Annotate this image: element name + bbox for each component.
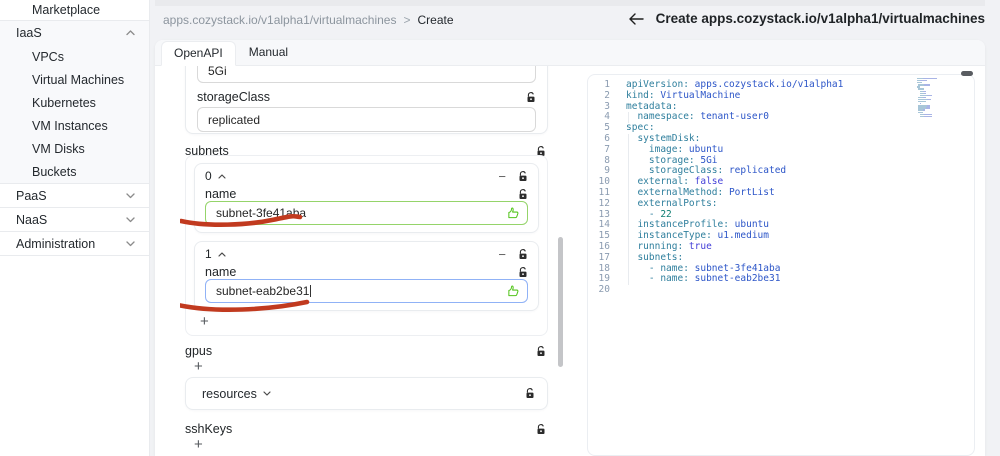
lock-icon[interactable] bbox=[518, 188, 528, 200]
code-line: 7 image: ubuntu bbox=[604, 143, 724, 155]
tab-bar: OpenAPI Manual bbox=[155, 40, 985, 66]
lock-icon[interactable] bbox=[536, 423, 546, 435]
resources-label: resources bbox=[202, 386, 257, 401]
sidebar-group-paas[interactable]: PaaS bbox=[0, 184, 149, 208]
code-line: 2 kind: VirtualMachine bbox=[604, 89, 741, 101]
sshkeys-label-row: sshKeys bbox=[185, 422, 546, 436]
sidebar-item-vpcs[interactable]: VPCs bbox=[0, 45, 149, 68]
page-title: Create apps.cozystack.io/v1alpha1/virtua… bbox=[655, 11, 985, 26]
thumbs-up-icon bbox=[507, 285, 520, 298]
code-line: 12 externalPorts: bbox=[598, 197, 718, 209]
tab-openapi[interactable]: OpenAPI bbox=[161, 41, 236, 66]
add-subnet-button[interactable]: + bbox=[200, 314, 209, 329]
code-line: 19 - name: subnet-eab2be31 bbox=[598, 273, 781, 285]
remove-item-button[interactable]: − bbox=[498, 248, 506, 261]
sidebar-group-iaas-block: IaaS VPCs Virtual Machines Kubernetes VM… bbox=[0, 21, 149, 184]
gpus-label-row: gpus bbox=[185, 344, 546, 358]
chevron-down-icon bbox=[126, 240, 135, 247]
storageclass-input[interactable]: replicated bbox=[197, 107, 536, 132]
subnet-1-name-label-row: name bbox=[205, 265, 528, 279]
subnet-item-1-header[interactable]: 1 bbox=[205, 247, 226, 261]
name-label: name bbox=[205, 265, 237, 279]
sidebar-item-vm-instances[interactable]: VM Instances bbox=[0, 114, 149, 137]
lock-icon[interactable] bbox=[526, 91, 536, 103]
lock-icon[interactable] bbox=[525, 388, 535, 399]
thumbs-up-icon bbox=[507, 207, 520, 220]
lock-icon[interactable] bbox=[518, 266, 528, 278]
chevron-down-icon bbox=[263, 391, 271, 396]
sidebar-item-vm-disks[interactable]: VM Disks bbox=[0, 137, 149, 160]
subnet-item-0-card: 0 − name subnet-3fe41aba bbox=[194, 163, 539, 233]
form-scroll-area: 5Gi storageClass replicated subnets 0 − … bbox=[180, 66, 556, 456]
breadcrumb: apps.cozystack.io/v1alpha1/virtualmachin… bbox=[163, 13, 454, 27]
tab-manual[interactable]: Manual bbox=[236, 40, 301, 65]
text-caret bbox=[310, 285, 312, 297]
chevron-up-icon bbox=[218, 173, 226, 179]
gpus-label: gpus bbox=[185, 344, 213, 358]
breadcrumb-path[interactable]: apps.cozystack.io/v1alpha1/virtualmachin… bbox=[163, 13, 396, 27]
systemdisk-group-card: 5Gi storageClass replicated bbox=[185, 66, 548, 134]
chevron-up-icon bbox=[218, 251, 226, 257]
subnet-0-name-label-row: name bbox=[205, 187, 528, 201]
subnet-item-0-header[interactable]: 0 bbox=[205, 169, 226, 183]
subnet-item-1-card: 1 − name subnet-eab2be31 bbox=[194, 241, 539, 311]
code-line: 20 bbox=[598, 284, 610, 296]
name-label: name bbox=[205, 187, 237, 201]
form-scrollbar-thumb[interactable] bbox=[558, 237, 563, 367]
add-sshkey-button[interactable]: + bbox=[194, 437, 203, 452]
sidebar-item-virtual-machines[interactable]: Virtual Machines bbox=[0, 68, 149, 91]
subnet-0-name-input[interactable]: subnet-3fe41aba bbox=[205, 201, 528, 225]
storage-input[interactable]: 5Gi bbox=[197, 66, 536, 83]
lock-icon[interactable] bbox=[536, 345, 546, 357]
chevron-down-icon bbox=[126, 216, 135, 223]
sshkeys-label: sshKeys bbox=[185, 422, 233, 436]
resources-card[interactable]: resources bbox=[185, 377, 548, 410]
sidebar-group-iaas[interactable]: IaaS bbox=[0, 21, 149, 45]
code-line: 17 subnets: bbox=[598, 251, 684, 263]
chevron-down-icon bbox=[126, 192, 135, 199]
chevron-up-icon bbox=[126, 30, 135, 36]
sidebar-item-kubernetes[interactable]: Kubernetes bbox=[0, 91, 149, 114]
sidebar-group-administration[interactable]: Administration bbox=[0, 232, 149, 256]
add-gpu-button[interactable]: + bbox=[194, 359, 203, 374]
breadcrumb-current: Create bbox=[417, 13, 454, 27]
storageclass-label: storageClass bbox=[197, 90, 270, 104]
yaml-editor[interactable]: 1 apiVersion: apps.cozystack.io/v1alpha1 … bbox=[587, 74, 975, 456]
code-lines: 1 apiVersion: apps.cozystack.io/v1alpha1 … bbox=[588, 79, 974, 296]
remove-item-button[interactable]: − bbox=[498, 170, 506, 183]
editor-scrollbar-thumb[interactable] bbox=[961, 71, 973, 76]
sidebar: Marketplace IaaS VPCs Virtual Machines K… bbox=[0, 0, 150, 456]
subnet-1-name-input[interactable]: subnet-eab2be31 bbox=[205, 279, 528, 303]
sidebar-item-buckets[interactable]: Buckets bbox=[0, 160, 149, 183]
back-arrow-icon[interactable] bbox=[628, 12, 644, 25]
page-header: Create apps.cozystack.io/v1alpha1/virtua… bbox=[628, 11, 985, 26]
subnets-array-wrapper: 0 − name subnet-3fe41aba 1 − name subnet… bbox=[185, 155, 548, 336]
sidebar-item-marketplace[interactable]: Marketplace bbox=[0, 0, 149, 21]
top-remnant-strip bbox=[155, 0, 985, 6]
lock-icon[interactable] bbox=[518, 170, 528, 182]
lock-icon[interactable] bbox=[518, 248, 528, 260]
breadcrumb-separator: > bbox=[403, 13, 411, 27]
storageclass-label-row: storageClass bbox=[197, 90, 536, 104]
sidebar-group-naas[interactable]: NaaS bbox=[0, 208, 149, 232]
